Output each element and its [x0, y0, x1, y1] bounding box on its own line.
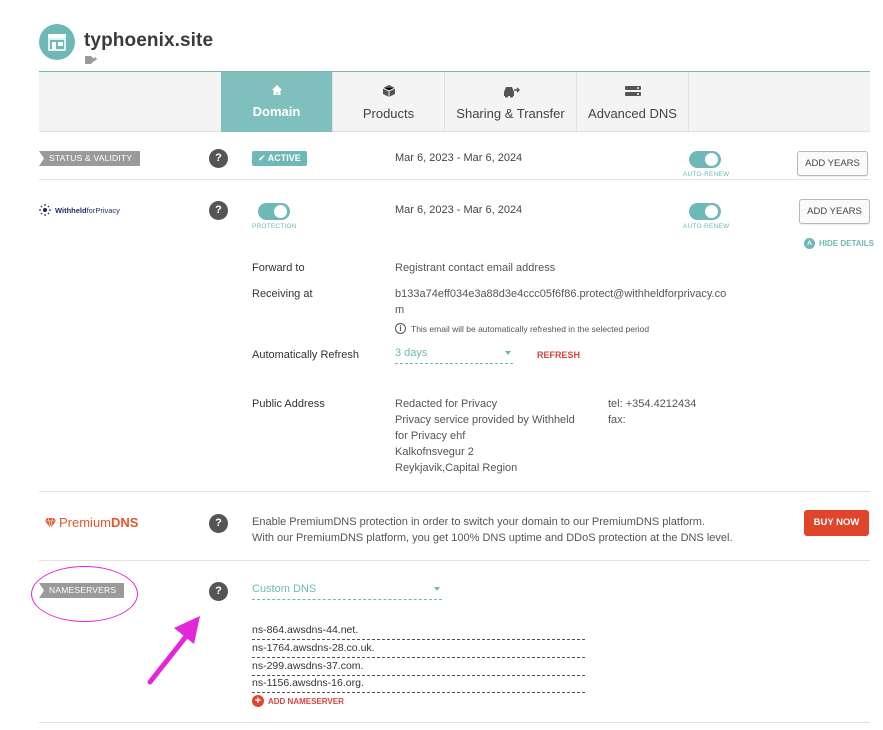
- privacy-add-years-button[interactable]: ADD YEARS: [799, 199, 870, 224]
- add-nameserver-label: ADD NAMESERVER: [268, 696, 344, 706]
- protection-toggle[interactable]: [258, 203, 290, 220]
- help-icon[interactable]: ?: [209, 582, 228, 601]
- withheld-for-privacy-logo: Withheld forPrivacy: [39, 204, 120, 216]
- address-line: Privacy service provided by Withheld: [395, 414, 575, 426]
- protection-caption: PROTECTION: [252, 223, 297, 230]
- nameserver-type-select[interactable]: Custom DNS: [252, 583, 442, 600]
- forward-to-value: Registrant contact email address: [395, 262, 556, 274]
- auto-refresh-select[interactable]: 3 days: [395, 347, 513, 364]
- hide-details-label: HIDE DETAILS: [819, 239, 874, 248]
- nameserver-input[interactable]: ns-299.awsdns-37.com.: [252, 658, 585, 676]
- premium-dns-logo: Premium DNS: [45, 515, 138, 530]
- status-badge-text: ACTIVE: [267, 153, 301, 163]
- add-years-button[interactable]: ADD YEARS: [797, 151, 868, 176]
- premium-dns-description: Enable PremiumDNS protection in order to…: [252, 514, 733, 546]
- row-divider: [39, 179, 870, 180]
- brand-withheld: Withheld: [55, 205, 87, 215]
- buy-now-button[interactable]: BUY NOW: [804, 510, 869, 536]
- receiving-at-value-line2: m: [395, 304, 405, 316]
- status-validity-label: STATUS & VALIDITY: [39, 151, 141, 166]
- premium-brand-left: Premium: [59, 515, 112, 530]
- box-icon: [382, 85, 395, 97]
- site-logo: [39, 24, 75, 60]
- storefront-icon: [48, 34, 66, 51]
- tab-sharing-transfer[interactable]: Sharing & Transfer: [445, 72, 577, 132]
- tab-label: Sharing & Transfer: [456, 106, 565, 121]
- address-line: for Privacy ehf: [395, 430, 466, 442]
- auto-refresh-value: 3 days: [395, 347, 428, 359]
- privacy-logo-icon: [39, 204, 51, 216]
- receiving-at-value-line1: b133a74eff034e3a88d3e4ccc05f6f86.protect…: [395, 288, 727, 300]
- tab-products[interactable]: Products: [333, 72, 445, 132]
- public-address-label: Public Address: [252, 398, 325, 410]
- car-transfer-icon: [503, 87, 520, 98]
- nameserver-input[interactable]: ns-1156.awsdns-16.org.: [252, 675, 585, 693]
- plus-icon: +: [252, 695, 264, 707]
- privacy-dates: Mar 6, 2023 - Mar 6, 2024: [395, 204, 523, 216]
- annotation-arrow: [147, 616, 200, 685]
- auto-renew-caption: AUTO-RENEW: [683, 171, 730, 178]
- refresh-note: i This email will be automatically refre…: [395, 323, 649, 334]
- tab-label: Products: [362, 106, 415, 121]
- home-icon: [271, 85, 282, 95]
- public-address-block: Redacted for Privacy Privacy service pro…: [395, 396, 575, 476]
- auto-renew-toggle[interactable]: [689, 151, 721, 168]
- tag-add-icon[interactable]: [84, 55, 98, 65]
- privacy-auto-renew-toggle[interactable]: [689, 203, 721, 220]
- tab-label: Domain: [252, 104, 301, 119]
- premium-brand-right: DNS: [111, 515, 139, 530]
- forward-to-label: Forward to: [252, 262, 305, 274]
- help-icon[interactable]: ?: [209, 149, 228, 168]
- status-badge: ✔ ACTIVE: [252, 151, 307, 166]
- server-icon: [624, 86, 641, 96]
- domain-title: typhoenix.site: [84, 30, 214, 51]
- row-divider: [39, 722, 870, 723]
- brand-forprivacy: forPrivacy: [86, 205, 120, 215]
- nameserver-input[interactable]: ns-1764.awsdns-28.co.uk.: [252, 640, 585, 658]
- refresh-note-text: This email will be automatically refresh…: [411, 323, 650, 334]
- tab-label: Advanced DNS: [588, 106, 677, 121]
- address-line: Kalkofnsvegur 2: [395, 446, 474, 458]
- nameserver-input[interactable]: ns-864.awsdns-44.net.: [252, 622, 585, 640]
- tel-value: tel: +354.4212434: [608, 398, 697, 410]
- fax-value: fax:: [608, 414, 626, 426]
- nameserver-type-value: Custom DNS: [252, 583, 317, 595]
- help-icon[interactable]: ?: [209, 514, 228, 533]
- receiving-at-label: Receiving at: [252, 288, 313, 300]
- caret-down-icon: [505, 351, 511, 355]
- validity-dates: Mar 6, 2023 - Mar 6, 2024: [395, 152, 523, 164]
- auto-refresh-label: Automatically Refresh: [252, 349, 359, 361]
- premium-desc-line: Enable PremiumDNS protection in order to…: [252, 516, 706, 528]
- annotation-ellipse: [31, 566, 138, 622]
- row-divider: [39, 491, 870, 492]
- address-line: Redacted for Privacy: [395, 398, 498, 410]
- add-nameserver-button[interactable]: + ADD NAMESERVER: [252, 695, 344, 707]
- info-icon: i: [395, 323, 406, 334]
- privacy-auto-renew-caption: AUTO-RENEW: [683, 223, 730, 230]
- hide-details-link[interactable]: ˄ HIDE DETAILS: [804, 238, 874, 249]
- chevron-up-icon: ˄: [804, 238, 815, 249]
- row-divider: [39, 560, 870, 561]
- tab-advanced-dns[interactable]: Advanced DNS: [577, 72, 689, 132]
- refresh-button[interactable]: REFRESH: [537, 350, 580, 360]
- address-line: Reykjavik,Capital Region: [395, 462, 518, 474]
- premium-desc-line: With our PremiumDNS platform, you get 10…: [252, 532, 733, 544]
- help-icon[interactable]: ?: [209, 201, 228, 220]
- diamond-icon: [45, 517, 56, 528]
- caret-down-icon: [434, 587, 440, 591]
- tab-domain[interactable]: Domain: [221, 72, 333, 132]
